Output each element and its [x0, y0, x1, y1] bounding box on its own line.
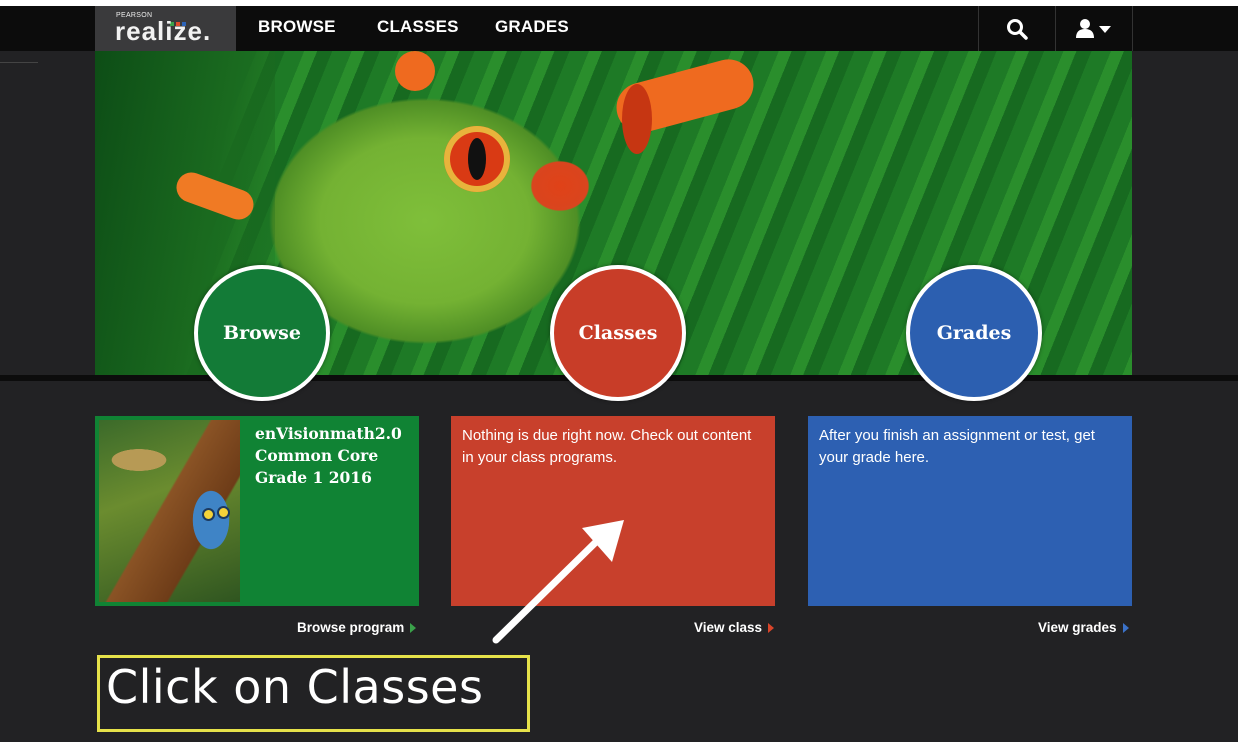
program-card[interactable]: enVisionmath2.0 Common Core Grade 1 2016 [95, 416, 419, 606]
frog-eye [622, 84, 652, 154]
browse-circle-button[interactable]: Browse [194, 265, 330, 401]
frog-eye [444, 126, 510, 192]
chevron-right-icon [768, 622, 775, 633]
grades-circle-button[interactable]: Grades [906, 265, 1042, 401]
search-icon [1007, 18, 1028, 40]
view-grades-label: View grades [1038, 620, 1117, 635]
brand-name: realize. [115, 16, 212, 46]
classes-card-text: Nothing is due right now. Check out cont… [462, 427, 752, 466]
view-class-label: View class [694, 620, 763, 635]
view-grades-link[interactable]: View grades [1038, 620, 1129, 635]
nav-separator [1132, 6, 1133, 51]
browse-program-label: Browse program [297, 620, 405, 635]
nav-grades[interactable]: GRADES [495, 6, 569, 51]
edge-line [0, 62, 38, 63]
realize-logo[interactable]: PEARSON realize. [95, 6, 236, 51]
annotation-text: Click on Classes [106, 660, 484, 714]
chevron-right-icon [410, 622, 417, 633]
chevron-right-icon [1122, 622, 1129, 633]
classes-circle-button[interactable]: Classes [550, 265, 686, 401]
program-title[interactable]: enVisionmath2.0 Common Core Grade 1 2016 [255, 423, 415, 489]
frog-foot [395, 51, 435, 91]
grades-card-text: After you finish an assignment or test, … [819, 427, 1095, 466]
user-menu-button[interactable] [1056, 6, 1132, 51]
browse-program-link[interactable]: Browse program [297, 620, 417, 635]
nav-classes[interactable]: CLASSES [377, 6, 459, 51]
view-class-link[interactable]: View class [694, 620, 775, 635]
annotation-box: Click on Classes [97, 655, 530, 732]
annotation-arrow-icon [492, 520, 624, 644]
search-button[interactable] [979, 6, 1055, 51]
grades-card[interactable]: After you finish an assignment or test, … [808, 416, 1132, 606]
nav-browse[interactable]: BROWSE [258, 6, 336, 51]
user-menu-icon [1076, 18, 1111, 38]
program-thumbnail[interactable] [99, 420, 240, 602]
